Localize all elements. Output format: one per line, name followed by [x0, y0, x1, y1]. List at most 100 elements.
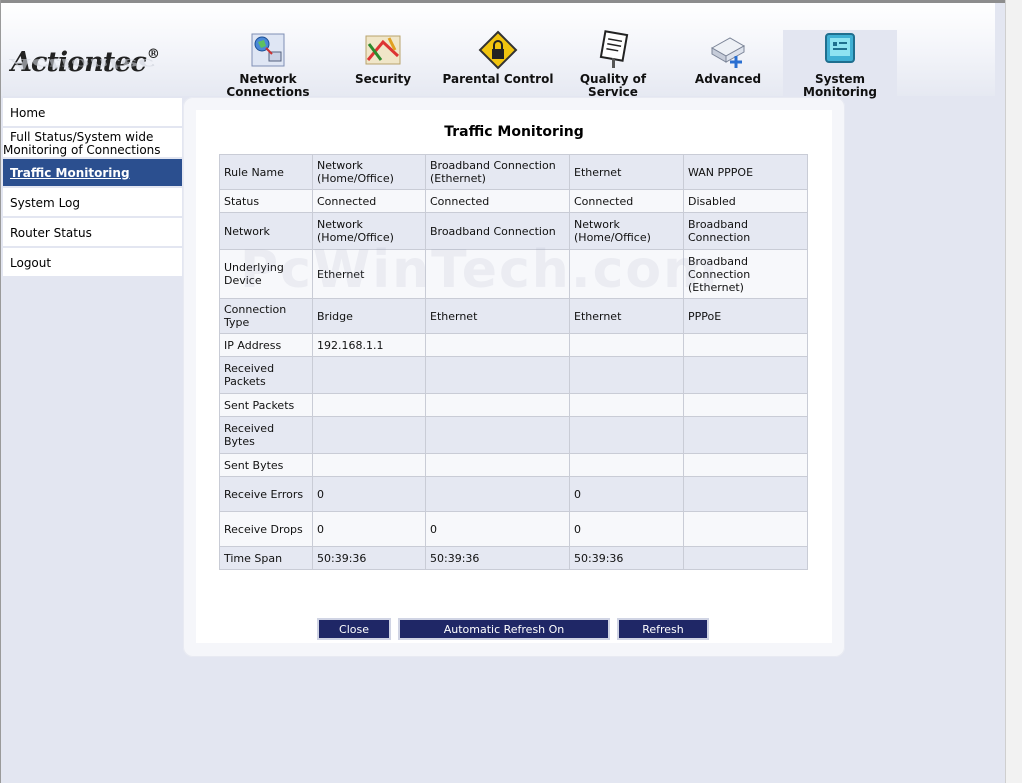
row-label: Sent Packets: [220, 394, 312, 416]
table-cell: [684, 417, 807, 453]
sidebar-item-system-log[interactable]: System Log: [3, 188, 182, 218]
table-cell: [684, 454, 807, 476]
table-cell: 0: [313, 512, 425, 546]
table-cell: [426, 454, 569, 476]
table-row: Rule Name Network (Home/Office) Broadband …: [220, 155, 807, 189]
table-row: Received Packets: [220, 357, 807, 393]
content-panel: Traffic Monitoring Rule Name Network (Hom…: [183, 97, 845, 657]
table-cell: Broadband Connection: [684, 213, 807, 249]
table-row: Underlying Device Ethernet Broadband Conne…: [220, 250, 807, 298]
table-cell: [570, 334, 683, 356]
window-left-border: [0, 0, 1, 783]
table-cell[interactable]: Broadband Connection (Ethernet): [426, 155, 569, 189]
table-cell: [570, 250, 683, 298]
sidebar-item-traffic-monitoring[interactable]: Traffic Monitoring: [3, 159, 182, 188]
nav-network-connections[interactable]: Network Connections: [211, 30, 325, 99]
table-cell[interactable]: Network (Home/Office): [313, 155, 425, 189]
nav-label: System Monitoring: [803, 72, 877, 99]
row-label: Rule Name: [220, 155, 312, 189]
table-cell: Connected: [570, 190, 683, 212]
table-cell: Disabled: [684, 190, 807, 212]
nav-quality-of-service[interactable]: Quality of Service: [556, 30, 670, 99]
table-cell: 0: [570, 477, 683, 511]
row-label: Received Packets: [220, 357, 312, 393]
table-row: Receive Errors 0 0: [220, 477, 807, 511]
nav-label: Network Connections: [226, 72, 310, 99]
security-icon: [365, 35, 401, 65]
sidebar-item-full-status[interactable]: Full Status/System wide Monitoring of Co…: [3, 128, 182, 159]
table-cell: [570, 417, 683, 453]
table-cell: Connected: [313, 190, 425, 212]
table-cell: [313, 417, 425, 453]
row-label: Status: [220, 190, 312, 212]
row-label: Received Bytes: [220, 417, 312, 453]
top-nav: Network Connections Security Parental Co…: [211, 30, 901, 99]
header: Actiontec® Actiontec Network Connections…: [1, 3, 995, 99]
table-row: Network Network (Home/Office) Broadband Co…: [220, 213, 807, 249]
content-inner: Traffic Monitoring Rule Name Network (Hom…: [196, 110, 832, 643]
table-cell: 0: [426, 512, 569, 546]
close-button[interactable]: Close: [319, 620, 389, 638]
row-label: Underlying Device: [220, 250, 312, 298]
table-cell: Ethernet: [570, 299, 683, 333]
automatic-refresh-button[interactable]: Automatic Refresh On: [400, 620, 608, 638]
table-row: Received Bytes: [220, 417, 807, 453]
table-cell: [313, 357, 425, 393]
table-cell: [426, 334, 569, 356]
traffic-sign-icon: [599, 30, 629, 68]
lock-icon: [478, 30, 518, 70]
table-cell: [426, 250, 569, 298]
vertical-scrollbar[interactable]: [1005, 0, 1022, 783]
sidebar-item-home[interactable]: Home: [3, 98, 182, 128]
row-label: IP Address: [220, 334, 312, 356]
nav-label: Security: [354, 72, 412, 86]
table-cell: Bridge: [313, 299, 425, 333]
network-connections-icon: [251, 33, 285, 67]
table-cell: [313, 394, 425, 416]
table-row: Sent Bytes: [220, 454, 807, 476]
table-cell: [426, 357, 569, 393]
row-label: Time Span: [220, 547, 312, 569]
table-cell: Network (Home/Office): [313, 213, 425, 249]
table-cell[interactable]: Broadband Connection (Ethernet): [684, 250, 807, 298]
actiontec-logo[interactable]: Actiontec® Actiontec: [11, 47, 160, 93]
table-cell: [684, 512, 807, 546]
table-cell: [426, 477, 569, 511]
table-cell: [426, 394, 569, 416]
table-row: Receive Drops 0 0 0: [220, 512, 807, 546]
table-cell: 0: [570, 512, 683, 546]
row-label: Sent Bytes: [220, 454, 312, 476]
table-cell: [684, 334, 807, 356]
table-cell: Connected: [426, 190, 569, 212]
table-cell: [684, 547, 807, 569]
nav-label: Advanced: [694, 72, 762, 86]
table-cell: Broadband Connection: [426, 213, 569, 249]
advanced-icon: [710, 37, 746, 68]
table-row: Time Span 50:39:36 50:39:36 50:39:36: [220, 547, 807, 569]
nav-advanced[interactable]: Advanced: [671, 30, 785, 99]
nav-security[interactable]: Security: [326, 30, 440, 99]
table-cell: [684, 357, 807, 393]
nav-parental-control[interactable]: Parental Control: [441, 30, 555, 99]
sidebar-item-logout[interactable]: Logout: [3, 248, 182, 278]
table-cell: [570, 454, 683, 476]
table-cell: 50:39:36: [426, 547, 569, 569]
refresh-button[interactable]: Refresh: [619, 620, 707, 638]
nav-system-monitoring[interactable]: System Monitoring: [783, 30, 897, 99]
table-cell[interactable]: Ethernet: [570, 155, 683, 189]
table-cell: [313, 454, 425, 476]
table-cell: 0: [313, 477, 425, 511]
sidebar-item-router-status[interactable]: Router Status: [3, 218, 182, 248]
table-row: Connection Type Bridge Ethernet Ethernet PPP…: [220, 299, 807, 333]
traffic-table: Rule Name Network (Home/Office) Broadband …: [219, 154, 808, 570]
table-cell: [570, 394, 683, 416]
table-cell: [570, 357, 683, 393]
table-cell: 50:39:36: [570, 547, 683, 569]
row-label: Receive Drops: [220, 512, 312, 546]
table-cell: 192.168.1.1: [313, 334, 425, 356]
table-cell: Network (Home/Office): [570, 213, 683, 249]
nav-label: Parental Control: [442, 72, 554, 86]
table-cell[interactable]: Ethernet: [313, 250, 425, 298]
table-cell[interactable]: WAN PPPOE: [684, 155, 807, 189]
row-label: Connection Type: [220, 299, 312, 333]
